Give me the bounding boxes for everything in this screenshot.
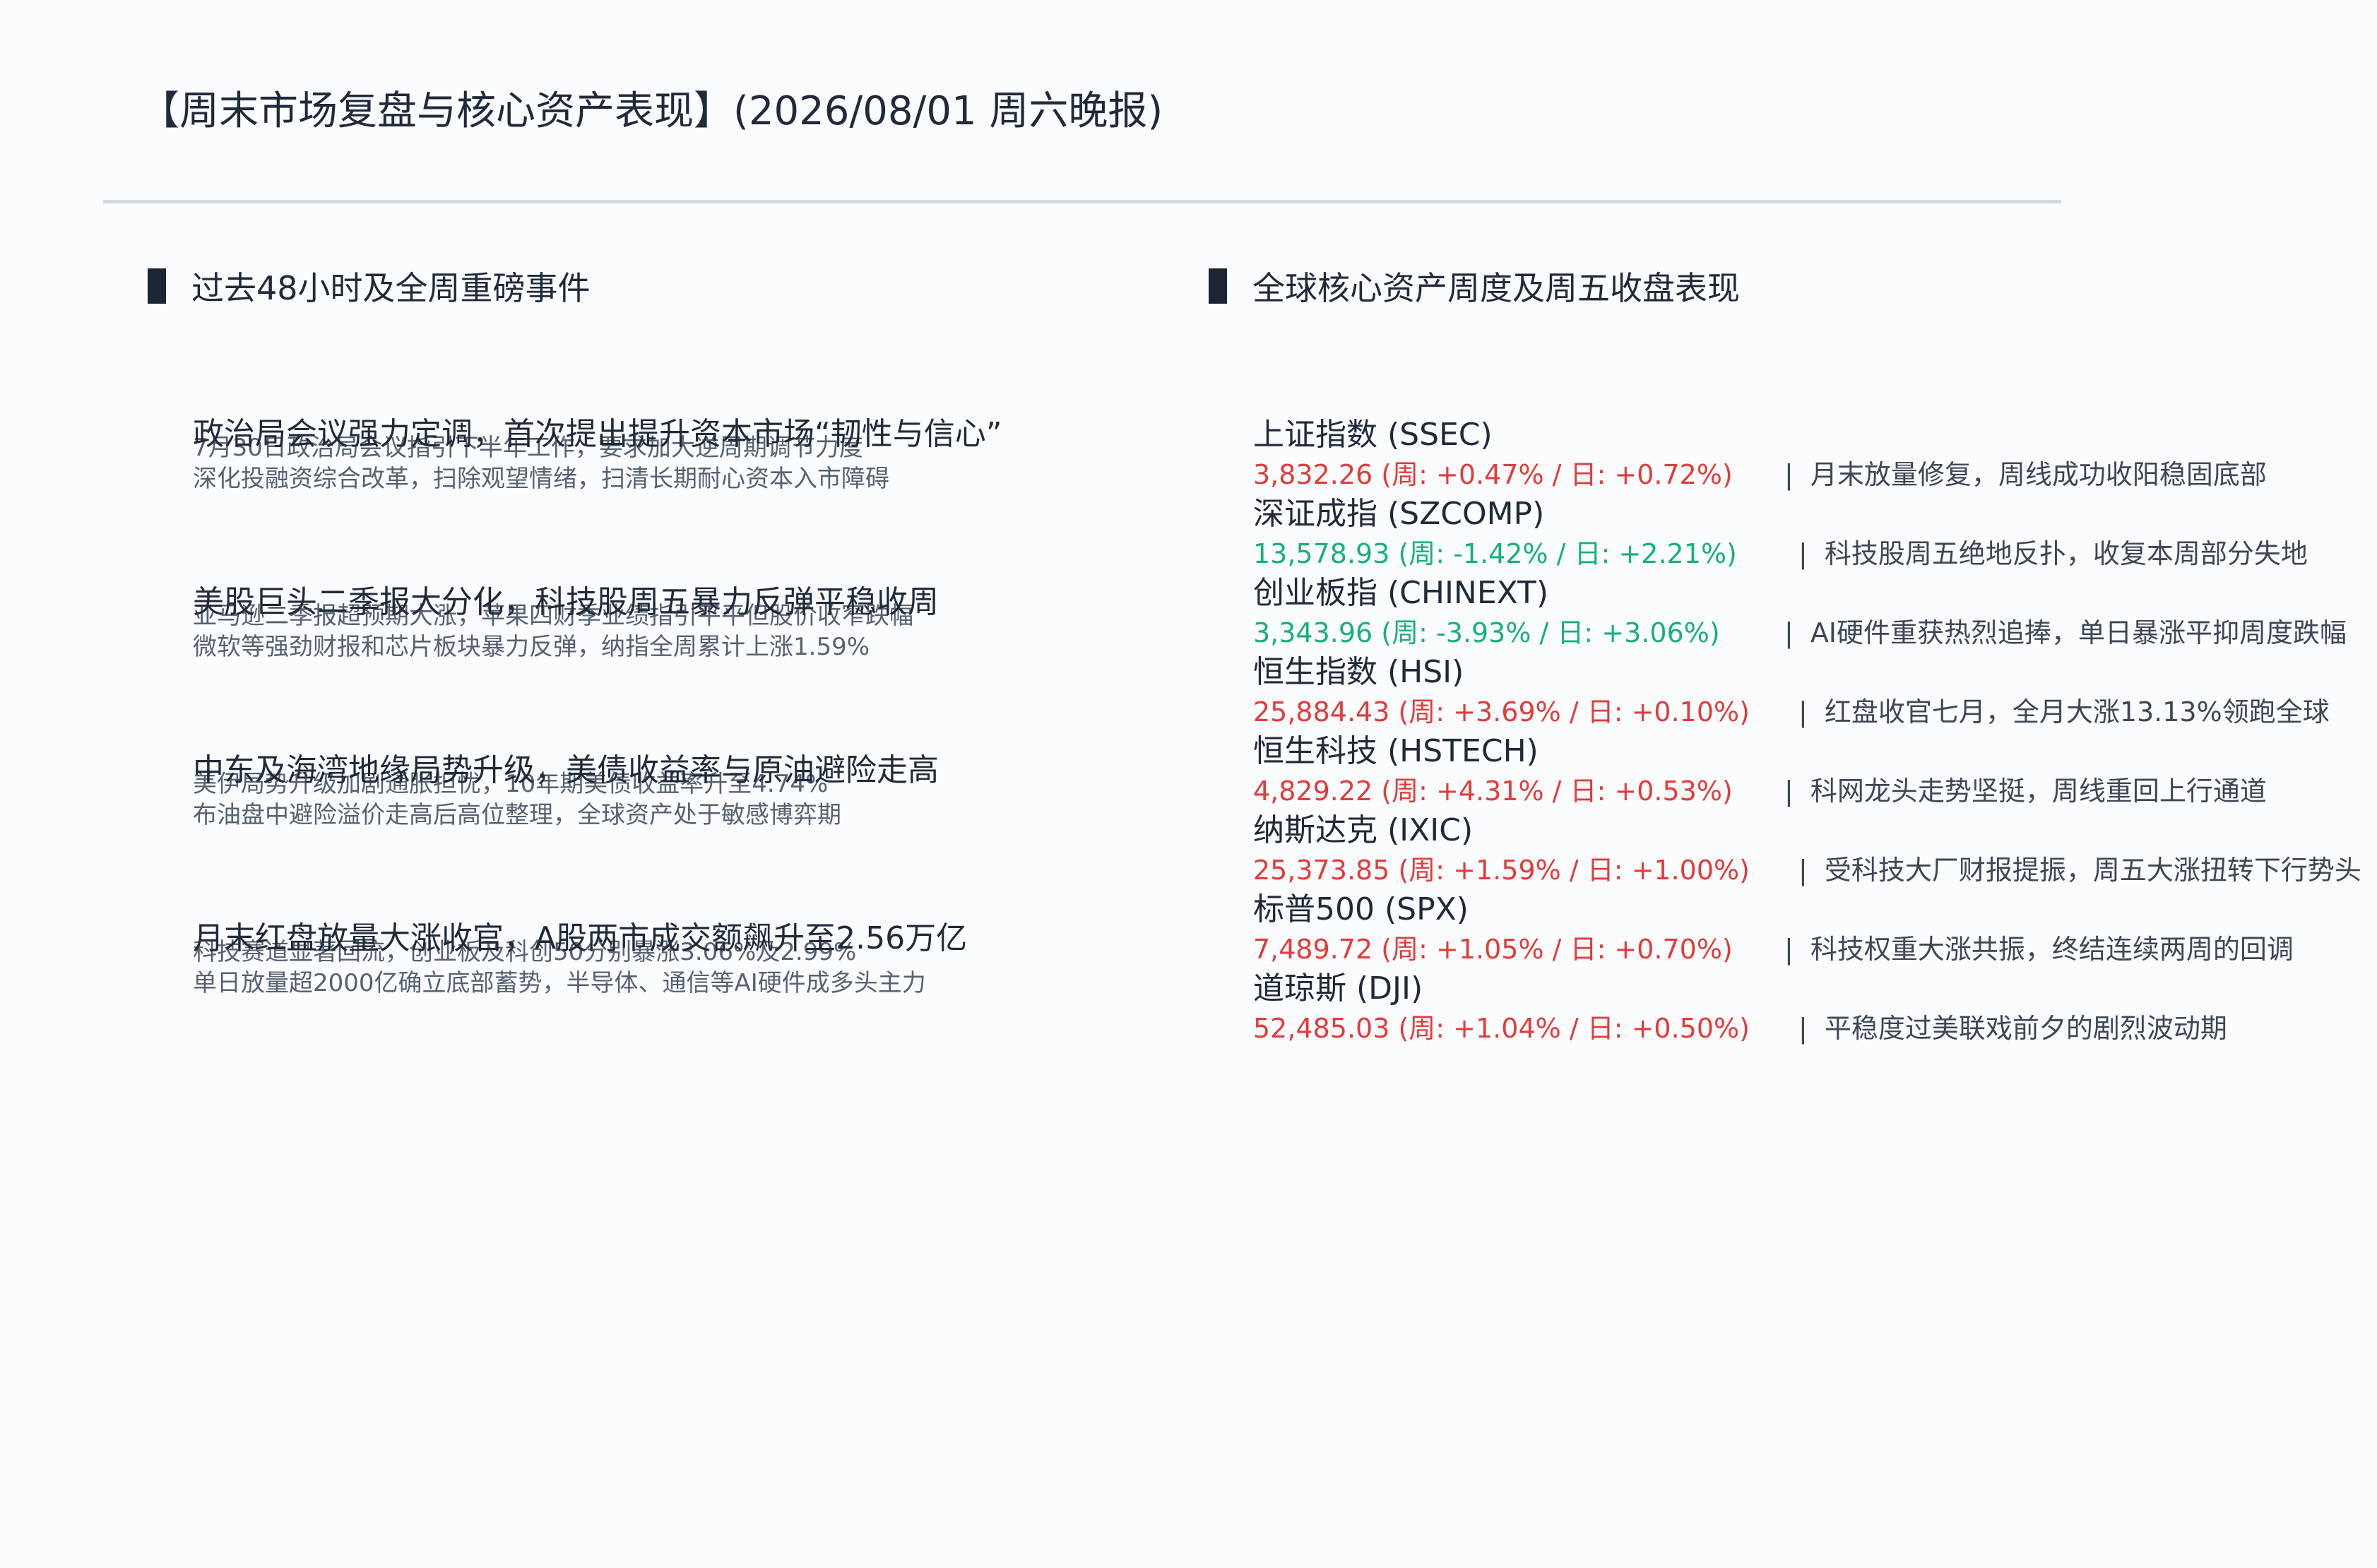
asset-item: 纳斯达克 (IXIC) 25,373.85 (周: +1.59% / 日: +1… — [1253, 811, 2369, 890]
asset-name: 上证指数 (SSEC) — [1253, 417, 1493, 453]
asset-note-text: 科网龙头走势坚挺，周线重回上行通道 — [1810, 776, 2267, 807]
asset-item: 恒生指数 (HSI) 25,884.43 (周: +3.69% / 日: +0.… — [1253, 653, 2369, 732]
note-separator: | — [1784, 776, 1794, 807]
asset-note: | 受科技大厂财报提振，周五大涨扭转下行势头 — [1798, 850, 2361, 890]
asset-name: 创业板指 (CHINEXT) — [1253, 575, 1549, 611]
asset-quote: 4,829.22 (周: +4.31% / 日: +0.53%) — [1253, 776, 1733, 807]
note-separator: | — [1798, 538, 1808, 569]
asset-item: 深证成指 (SZCOMP) 13,578.93 (周: -1.42% / 日: … — [1253, 494, 2369, 574]
note-separator: | — [1798, 1013, 1808, 1044]
asset-note-text: 红盘收官七月，全月大涨13.13%领跑全球 — [1824, 696, 2330, 727]
asset-note: | AI硬件重获热烈追捧，单日暴涨平抑周度跌幅 — [1784, 613, 2347, 653]
asset-name: 恒生科技 (HSTECH) — [1253, 733, 1539, 769]
asset-name: 恒生指数 (HSI) — [1253, 654, 1464, 690]
asset-note: | 科技权重大涨共振，终结连续两周的回调 — [1784, 929, 2294, 969]
asset-note: | 科网龙头走势坚挺，周线重回上行通道 — [1784, 771, 2267, 811]
event-item: 月末红盘放量大涨收官，A股两市成交额飙升至2.56万亿 科技赛道显著回流，创业板… — [193, 919, 1196, 998]
note-separator: | — [1798, 696, 1808, 727]
asset-quote: 25,884.43 (周: +3.69% / 日: +0.10%) — [1253, 696, 1750, 727]
asset-note: | 月末放量修复，周线成功收阳稳固底部 — [1784, 455, 2267, 494]
note-separator: | — [1784, 934, 1794, 965]
asset-item: 上证指数 (SSEC) 3,832.26 (周: +0.47% / 日: +0.… — [1253, 415, 2369, 494]
asset-note-text: 科技权重大涨共振，终结连续两周的回调 — [1810, 934, 2294, 965]
event-item: 中东及海湾地缘局势升级，美债收益率与原油避险走高 美伊局势升级加剧通胀担忧，10… — [193, 751, 1196, 830]
asset-note: | 平稳度过美联戏前夕的剧烈波动期 — [1798, 1009, 2227, 1048]
note-separator: | — [1784, 459, 1794, 490]
asset-note-text: 受科技大厂财报提振，周五大涨扭转下行势头 — [1824, 855, 2361, 886]
asset-item: 道琼斯 (DJI) 52,485.03 (周: +1.04% / 日: +0.5… — [1253, 969, 2369, 1048]
assets-section-header: 全球核心资产周度及周五收盘表现 — [1209, 261, 1740, 311]
asset-note-text: AI硬件重获热烈追捧，单日暴涨平抑周度跌幅 — [1810, 617, 2347, 648]
event-detail: 单日放量超2000亿确立底部蓄势，半导体、通信等AI硬件成多头主力 — [193, 969, 926, 997]
event-headline: 政治局会议强力定调，首次提出提升资本市场“韧性与信心” — [193, 416, 1002, 452]
asset-item: 创业板指 (CHINEXT) 3,343.96 (周: -3.93% / 日: … — [1253, 574, 2369, 653]
event-item: 美股巨头二季报大分化，科技股周五暴力反弹平稳收周 亚马逊二季报超预期大涨，苹果四… — [193, 583, 1196, 662]
events-section-header: 过去48小时及全周重磅事件 — [148, 261, 591, 311]
event-detail: 布油盘中避险溢价走高后高位整理，全球资产处于敏感博弈期 — [193, 801, 841, 829]
event-detail: 微软等强劲财报和芯片板块暴力反弹，纳指全周累计上涨1.59% — [193, 633, 870, 661]
asset-quote: 7,489.72 (周: +1.05% / 日: +0.70%) — [1253, 934, 1733, 965]
event-headline: 月末红盘放量大涨收官，A股两市成交额飙升至2.56万亿 — [193, 920, 968, 956]
asset-item: 恒生科技 (HSTECH) 4,829.22 (周: +4.31% / 日: +… — [1253, 732, 2369, 811]
asset-note-text: 月末放量修复，周线成功收阳稳固底部 — [1810, 459, 2267, 490]
asset-quote: 13,578.93 (周: -1.42% / 日: +2.21%) — [1253, 538, 1737, 569]
asset-note: | 红盘收官七月，全月大涨13.13%领跑全球 — [1798, 692, 2330, 732]
asset-note-text: 平稳度过美联戏前夕的剧烈波动期 — [1824, 1013, 2227, 1044]
page-title: 【周末市场复盘与核心资产表现】(2026/08/01 周六晚报) — [140, 88, 1163, 134]
asset-name: 纳斯达克 (IXIC) — [1253, 812, 1474, 848]
assets-section-title: 全球核心资产周度及周五收盘表现 — [1252, 269, 1740, 307]
event-headline: 美股巨头二季报大分化，科技股周五暴力反弹平稳收周 — [193, 584, 939, 620]
asset-note: | 科技股周五绝地反扑，收复本周部分失地 — [1798, 534, 2308, 574]
asset-item: 标普500 (SPX) 7,489.72 (周: +1.05% / 日: +0.… — [1253, 890, 2369, 969]
title-divider — [103, 200, 2061, 203]
event-headline: 中东及海湾地缘局势升级，美债收益率与原油避险走高 — [193, 752, 939, 788]
note-separator: | — [1784, 617, 1794, 648]
asset-note-text: 科技股周五绝地反扑，收复本周部分失地 — [1824, 538, 2308, 569]
asset-quote: 3,832.26 (周: +0.47% / 日: +0.72%) — [1253, 459, 1733, 490]
asset-name: 道琼斯 (DJI) — [1253, 970, 1423, 1006]
event-detail: 深化投融资综合改革，扫除观望情绪，扫清长期耐心资本入市障碍 — [193, 465, 889, 493]
asset-quote: 3,343.96 (周: -3.93% / 日: +3.06%) — [1253, 617, 1720, 648]
note-separator: | — [1798, 855, 1808, 886]
section-marker-icon — [1209, 268, 1227, 304]
events-section-title: 过去48小时及全周重磅事件 — [191, 269, 591, 307]
event-item: 政治局会议强力定调，首次提出提升资本市场“韧性与信心” 7月30日政治局会议指引… — [193, 415, 1196, 494]
section-marker-icon — [148, 268, 166, 304]
asset-quote: 25,373.85 (周: +1.59% / 日: +1.00%) — [1253, 855, 1750, 886]
asset-name: 深证成指 (SZCOMP) — [1253, 496, 1545, 532]
asset-name: 标普500 (SPX) — [1253, 891, 1469, 927]
asset-quote: 52,485.03 (周: +1.04% / 日: +0.50%) — [1253, 1013, 1750, 1044]
